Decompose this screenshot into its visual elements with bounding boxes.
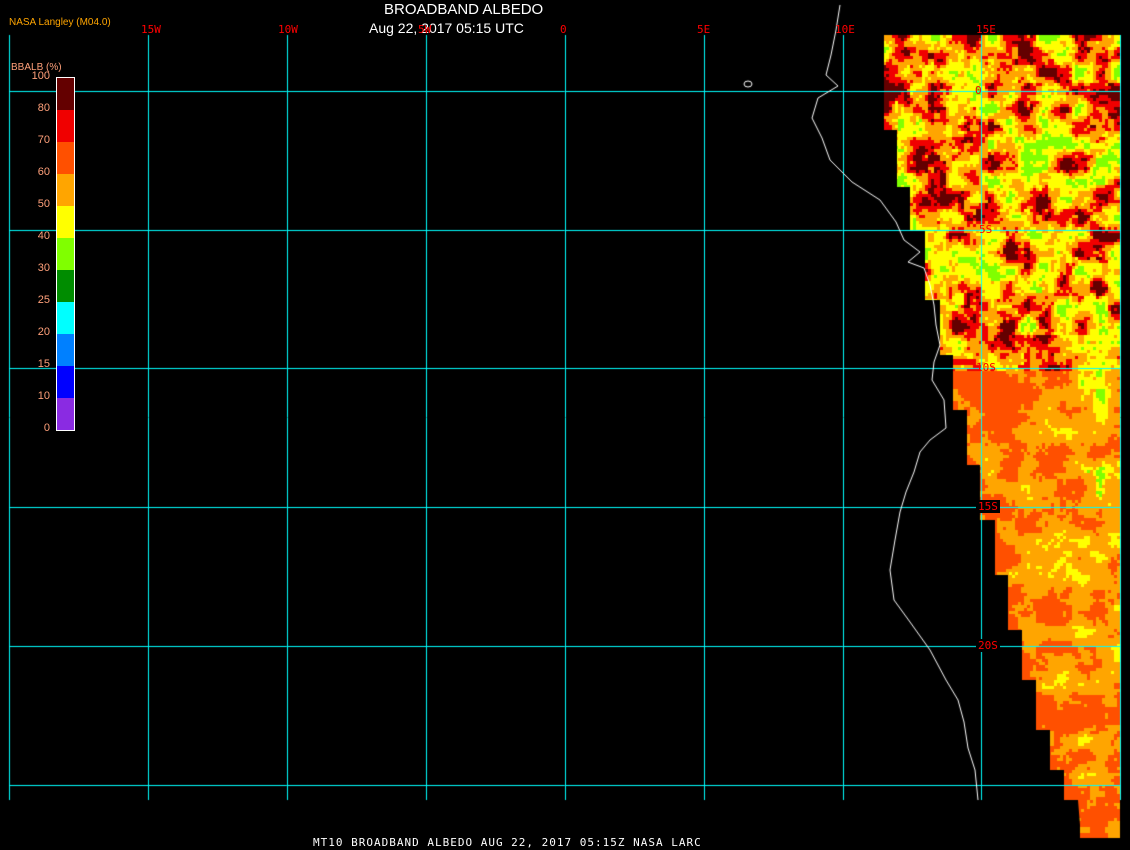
footer-caption: MT10 BROADBAND ALBEDO AUG 22, 2017 05:15…: [313, 836, 702, 849]
latitude-label: 10S: [976, 361, 996, 374]
colorbar-swatch: [57, 78, 74, 110]
latitude-label: 0: [975, 84, 982, 97]
colorbar-tick-label: 30: [37, 262, 50, 274]
colorbar-swatch: [57, 398, 74, 430]
colorbar-tick-label: 60: [37, 166, 50, 178]
source-label: NASA Langley (M04.0): [9, 17, 111, 28]
map-title: BROADBAND ALBEDO: [384, 1, 544, 18]
longitude-label: 15W: [141, 23, 161, 36]
longitude-label: 5E: [697, 23, 711, 36]
longitude-label: 10E: [835, 23, 855, 36]
colorbar-tick-label: 80: [37, 102, 50, 114]
albedo-map-view: BROADBAND ALBEDO Aug 22, 2017 05:15 UTC …: [0, 0, 1130, 850]
colorbar-tick-label: 10: [37, 390, 50, 402]
colorbar-tick-label: 15: [37, 358, 50, 370]
colorbar-swatch: [57, 206, 74, 238]
longitude-label: 15E: [976, 23, 996, 36]
latitude-label: 5S: [979, 223, 993, 236]
longitude-label: 0: [560, 23, 567, 36]
colorbar-tick-label: 50: [37, 198, 50, 210]
colorbar-swatch: [57, 270, 74, 302]
colorbar-tick-label: 20: [37, 326, 50, 338]
colorbar-swatch: [57, 302, 74, 334]
colorbar-swatch: [57, 334, 74, 366]
colorbar-tick-label: 70: [37, 134, 50, 146]
colorbar-tick-label: 40: [37, 230, 50, 242]
longitude-label: 10W: [278, 23, 298, 36]
latitude-label: 15S: [976, 500, 1000, 513]
colorbar-swatch: [57, 142, 74, 174]
colorbar-tick-label: 25: [37, 294, 50, 306]
colorbar-swatch: [57, 238, 74, 270]
colorbar-legend: [56, 77, 75, 431]
colorbar-tick-label: 100: [31, 70, 50, 82]
map-datetime: Aug 22, 2017 05:15 UTC: [369, 20, 524, 36]
colorbar-tick-label: 0: [43, 422, 50, 434]
colorbar-swatch: [57, 110, 74, 142]
colorbar-swatch: [57, 174, 74, 206]
longitude-label: 5W: [418, 23, 432, 36]
albedo-map-canvas: [0, 0, 1130, 850]
latitude-label: 20S: [976, 639, 1000, 652]
colorbar-swatch: [57, 366, 74, 398]
